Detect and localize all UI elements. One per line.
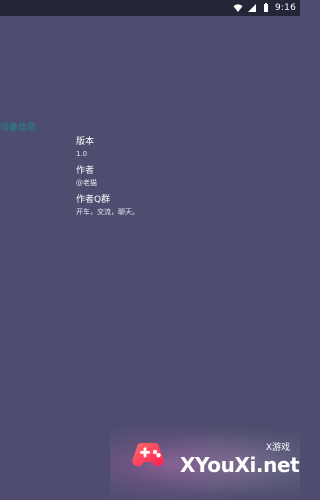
about-screen: 9:16 设备信息 版本 1.0 作者 @老猫 作者Q群 开车，交流，聊天。 X… <box>0 0 300 500</box>
battery-icon <box>263 3 268 12</box>
watermark: X游戏 XYouXi.net <box>110 420 300 500</box>
author-group-title: 作者Q群 <box>76 195 111 205</box>
author-group-value: 开车，交流，聊天。 <box>76 208 139 216</box>
gamepad-icon <box>132 443 164 467</box>
wifi-icon <box>233 4 243 12</box>
version-value: 1.0 <box>76 150 88 158</box>
author-value: @老猫 <box>76 179 97 187</box>
status-icons: 9:16 <box>233 1 296 15</box>
signal-icon <box>247 4 256 12</box>
status-time: 9:16 <box>274 3 296 13</box>
watermark-site: XYouXi.net <box>180 453 300 477</box>
status-bar: 9:16 <box>0 0 300 16</box>
watermark-badge: X游戏 <box>265 443 290 453</box>
author-group-item: 作者Q群 开车，交流，聊天。 <box>76 195 139 216</box>
version-item: 版本 1.0 <box>76 137 94 158</box>
author-item: 作者 @老猫 <box>76 166 97 187</box>
author-title: 作者 <box>76 166 95 176</box>
version-title: 版本 <box>76 137 95 147</box>
device-info-label: 设备信息 <box>0 123 37 133</box>
